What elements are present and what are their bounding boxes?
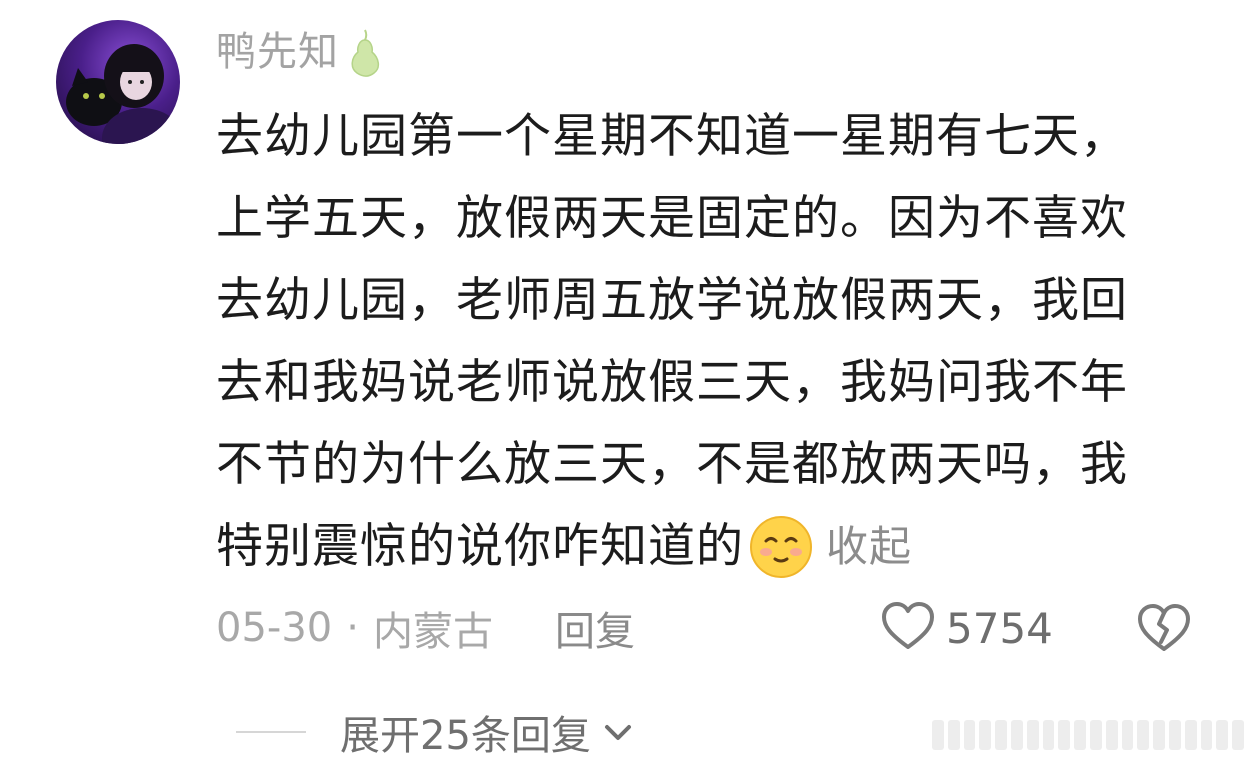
comment-text: 特别震惊的说你咋知道的 [216, 519, 744, 574]
comment-line: 上学五天，放假两天是固定的。因为不喜欢 [216, 178, 1216, 260]
meta-separator: · [346, 605, 359, 651]
reply-button[interactable]: 回复 [555, 599, 635, 657]
expand-replies-label: 展开25条回复 [340, 713, 591, 759]
comment-text: 去幼儿园第一个星期不知道一星期有七天， [216, 109, 1128, 164]
comment-text: 上学五天，放假两天是固定的。因为不喜欢 [216, 191, 1128, 246]
watermark [932, 710, 1244, 760]
comment-text: 去和我妈说老师说放假三天，我妈问我不年 [216, 355, 1128, 410]
comment-text: 不节的为什么放三天，不是都放两天吗，我 [216, 437, 1128, 492]
comment-line: 去和我妈说老师说放假三天，我妈问我不年 [216, 342, 1216, 424]
comment-line: 去幼儿园，老师周五放学说放假两天，我回 [216, 260, 1216, 342]
collapse-button[interactable]: 收起 [826, 506, 912, 588]
username[interactable]: 鸭先知 [216, 24, 339, 80]
comment-date: 05-30 [216, 605, 333, 651]
comment-location: 内蒙古 [372, 609, 493, 655]
broken-heart-icon[interactable] [1136, 600, 1192, 656]
like-count: 5754 [946, 603, 1053, 653]
comment-line: 去幼儿园第一个星期不知道一星期有七天， [216, 96, 1216, 178]
comment-text: 去幼儿园，老师周五放学说放假两天，我回 [216, 273, 1128, 328]
divider-line [236, 731, 306, 733]
expand-replies-button[interactable]: 展开25条回复 [236, 702, 635, 762]
chevron-down-icon [601, 715, 635, 749]
comment-header: 鸭先知 [216, 24, 385, 80]
avatar[interactable] [56, 20, 180, 144]
comment-line: 特别震惊的说你咋知道的 收起 [216, 506, 1216, 588]
shy-face-emoji-icon [748, 514, 814, 580]
avatar-image [66, 44, 180, 144]
comment-line: 不节的为什么放三天，不是都放两天吗，我 [216, 424, 1216, 506]
pear-icon [345, 26, 385, 78]
heart-outline-icon [880, 600, 936, 656]
comment-body: 去幼儿园第一个星期不知道一星期有七天， 上学五天，放假两天是固定的。因为不喜欢 … [216, 96, 1216, 588]
like-button[interactable]: 5754 [880, 598, 1053, 658]
comment-meta: 05-30 · 内蒙古 回复 5754 [216, 598, 1216, 658]
